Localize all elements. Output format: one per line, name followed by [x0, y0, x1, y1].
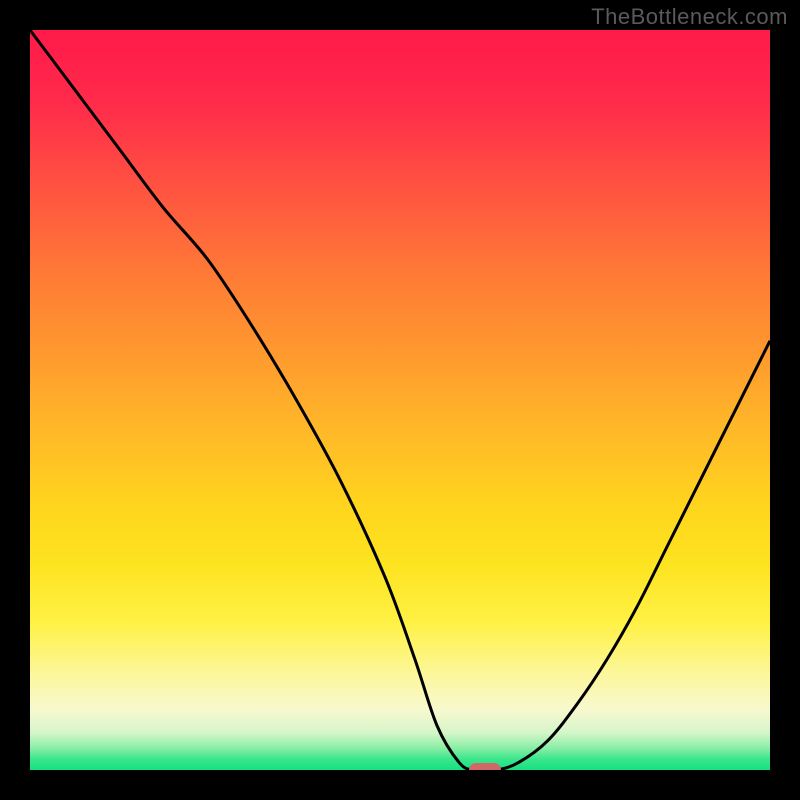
bottleneck-curve: [30, 30, 770, 770]
optimal-marker: [469, 763, 501, 770]
curve-path: [30, 30, 770, 770]
watermark-text: TheBottleneck.com: [591, 4, 788, 30]
chart-frame: TheBottleneck.com: [0, 0, 800, 800]
plot-area: [30, 30, 770, 770]
